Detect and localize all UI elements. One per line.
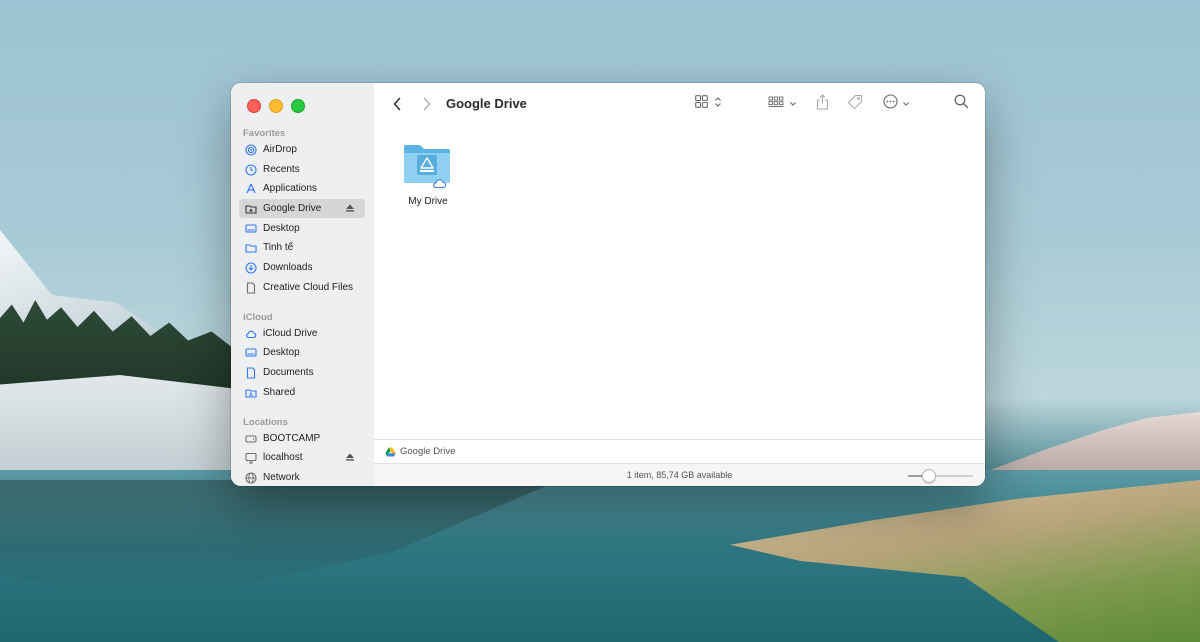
network-icon (245, 471, 257, 484)
sidebar-item-label: Recents (263, 164, 300, 175)
window-controls (247, 99, 305, 113)
icon-size-slider[interactable] (908, 469, 973, 483)
sidebar-item-label: Network (263, 472, 300, 483)
applications-icon (245, 183, 257, 195)
tags-button[interactable] (847, 94, 863, 115)
sidebar-item-network[interactable]: Network (239, 468, 365, 486)
sidebar-item-label: AirDrop (263, 144, 297, 155)
airdrop-icon (245, 143, 257, 156)
slider-knob[interactable] (922, 469, 937, 483)
sidebar-item-label: BOOTCAMP (263, 433, 321, 444)
sidebar-item-airdrop[interactable]: AirDrop (239, 140, 365, 159)
sidebar: Favorites AirDrop Recents Applications G… (231, 83, 375, 486)
window-title: Google Drive (446, 96, 527, 111)
status-text: 1 item, 85,74 GB available (626, 470, 733, 480)
sidebar-item-label: localhost (263, 452, 303, 463)
desktop-icon (245, 347, 257, 359)
cloud-status-icon (432, 176, 447, 194)
main-content: Google Drive My Drive Google Drive 1 ite… (374, 83, 985, 486)
sidebar-item-label: iCloud Drive (263, 328, 318, 339)
display-icon (245, 452, 257, 464)
sidebar-item-label: Shared (263, 387, 296, 398)
sidebar-item-label: Creative Cloud Files (263, 282, 354, 293)
close-button[interactable] (247, 99, 261, 113)
cloud-icon (245, 328, 257, 340)
more-actions-button[interactable] (883, 94, 910, 114)
eject-icon[interactable] (345, 203, 355, 213)
view-mode-button[interactable] (695, 95, 722, 113)
shared-folder-icon (245, 387, 257, 399)
group-grid-icon (768, 95, 784, 113)
sidebar-item-bootcamp[interactable]: BOOTCAMP (239, 429, 365, 448)
tag-icon (847, 94, 863, 115)
sidebar-item-label: Desktop (263, 347, 300, 358)
ellipsis-circle-icon (883, 94, 898, 114)
file-label: My Drive (408, 196, 448, 207)
sidebar-item-google-drive[interactable]: Google Drive (239, 199, 365, 218)
sidebar-item-documents[interactable]: Documents (239, 363, 365, 382)
sidebar-item-downloads[interactable]: Downloads (239, 258, 365, 277)
chevron-down-icon (789, 95, 797, 113)
clock-icon (245, 163, 257, 176)
drive-folder-icon (245, 203, 257, 215)
sidebar-item-tinh-te[interactable]: Tinh tế (239, 238, 365, 257)
back-button[interactable] (388, 95, 406, 113)
google-drive-logo-icon (385, 447, 396, 457)
sidebar-item-label: Desktop (263, 223, 300, 234)
section-title-locations: Locations (243, 417, 288, 428)
sidebar-item-label: Applications (263, 183, 317, 194)
document-icon (245, 281, 257, 294)
sidebar-item-recents[interactable]: Recents (239, 160, 365, 179)
google-drive-folder-icon (400, 145, 456, 193)
share-icon (816, 93, 829, 115)
minimize-button[interactable] (269, 99, 283, 113)
icon-view-grid-icon (695, 95, 708, 113)
sidebar-item-label: Tinh tế (263, 242, 294, 253)
download-icon (245, 261, 257, 274)
finder-window: Favorites AirDrop Recents Applications G… (231, 83, 985, 486)
search-icon (954, 94, 969, 114)
share-button[interactable] (816, 93, 829, 115)
forward-button[interactable] (418, 95, 436, 113)
folder-icon (245, 242, 257, 254)
sidebar-item-label: Downloads (263, 262, 313, 273)
sidebar-item-label: Google Drive (263, 203, 322, 214)
zoom-button[interactable] (291, 99, 305, 113)
sidebar-item-creative-cloud-files[interactable]: Creative Cloud Files (239, 278, 365, 297)
section-title-icloud: iCloud (243, 312, 273, 323)
group-by-button[interactable] (768, 95, 797, 113)
document-icon (245, 366, 257, 379)
path-bar: Google Drive (374, 439, 985, 463)
chevron-down-icon (902, 95, 910, 113)
sidebar-item-label: Documents (263, 367, 314, 378)
wallpaper-mountain-right (985, 412, 1200, 472)
eject-icon[interactable] (345, 452, 355, 462)
file-item-my-drive[interactable]: My Drive (396, 141, 460, 207)
sidebar-item-applications[interactable]: Applications (239, 179, 365, 198)
path-bar-item[interactable]: Google Drive (400, 446, 455, 457)
wallpaper-snow (0, 375, 240, 470)
sidebar-item-desktop[interactable]: Desktop (239, 219, 365, 238)
disk-icon (245, 433, 257, 445)
sidebar-item-icloud-drive[interactable]: iCloud Drive (239, 324, 365, 343)
toolbar: Google Drive (374, 83, 985, 125)
desktop-icon (245, 223, 257, 235)
status-bar: 1 item, 85,74 GB available (374, 463, 985, 486)
section-title-favorites: Favorites (243, 128, 286, 139)
search-button[interactable] (954, 94, 969, 114)
sidebar-item-localhost[interactable]: localhost (239, 448, 365, 467)
chevron-up-down-icon (714, 95, 722, 113)
sidebar-item-icloud-desktop[interactable]: Desktop (239, 343, 365, 362)
sidebar-item-shared[interactable]: Shared (239, 383, 365, 402)
